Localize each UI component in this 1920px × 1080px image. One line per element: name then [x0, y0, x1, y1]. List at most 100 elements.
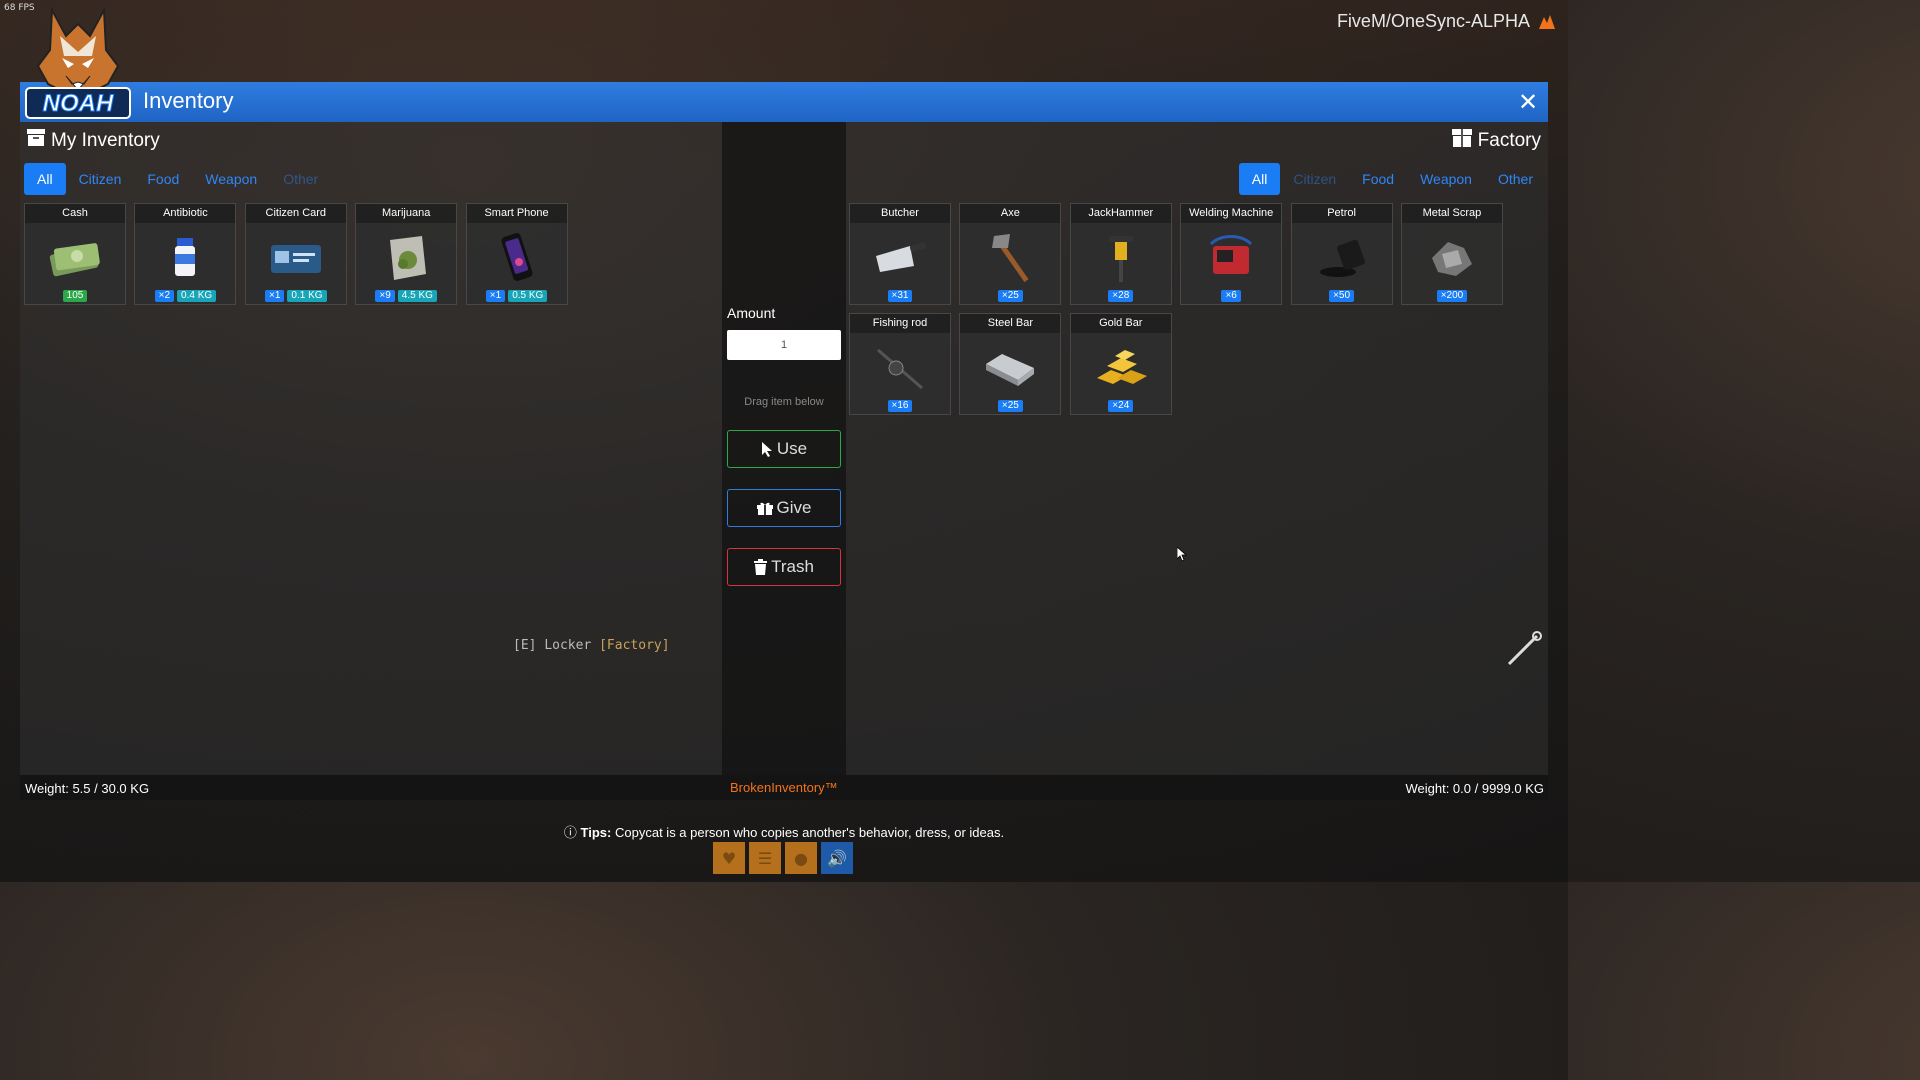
- item-slot-marijuana[interactable]: Marijuana ×9 4.5 KG: [355, 203, 458, 305]
- right-tabs: All Citizen Food Weapon Other: [1238, 163, 1546, 195]
- left-tab-all[interactable]: All: [24, 163, 66, 195]
- item-name: Metal Scrap: [1401, 204, 1502, 223]
- qty-badge: ×25: [997, 290, 1023, 302]
- brand-label: BrokenInventory™: [730, 780, 838, 795]
- server-label: FiveM/OneSync-ALPHA: [1336, 11, 1530, 31]
- item-name: Butcher: [850, 204, 950, 223]
- panel-title-text: My Inventory: [51, 129, 160, 151]
- left-tab-other[interactable]: Other: [270, 163, 331, 195]
- item-slot-axe[interactable]: Axe ×25: [959, 203, 1062, 305]
- welding-machine-icon: [1210, 235, 1253, 274]
- metal-scrap-icon: [1431, 242, 1472, 276]
- amount-label: Amount: [727, 305, 776, 321]
- axe-icon: [992, 234, 1029, 283]
- gift-icon: [756, 502, 773, 515]
- qty-badge: ×31: [887, 290, 913, 302]
- cash-icon: [49, 243, 100, 277]
- item-slot-antibiotic[interactable]: Antibiotic ×2 0.4 KG: [134, 203, 237, 305]
- qty-badge: ×9: [375, 290, 395, 302]
- action-panel: Amount Drag item below Use Give Trash: [722, 122, 846, 775]
- my-inventory-panel: My Inventory All Citizen Food Weapon Oth…: [20, 122, 722, 775]
- logo-text: NOAH: [43, 90, 114, 117]
- item-name: Marijuana: [356, 204, 457, 223]
- item-name: Steel Bar: [960, 314, 1061, 333]
- right-tab-citizen[interactable]: Citizen: [1280, 163, 1349, 195]
- item-name: Cash: [25, 204, 125, 223]
- gold-bar-icon: [1096, 350, 1147, 384]
- trash-icon: [754, 559, 768, 575]
- tips-line: ⓘ Tips: Copycat is a person who copies a…: [0, 822, 1568, 841]
- header-title: Inventory: [143, 88, 234, 113]
- factory-weight-label: Weight: 0.0 / 9999.0 KG: [1405, 781, 1544, 796]
- item-slot-jackhammer[interactable]: JackHammer ×28: [1069, 203, 1172, 305]
- qty-badge: ×24: [1108, 400, 1134, 412]
- box-icon: [1451, 129, 1472, 153]
- health-icon: ♥: [713, 842, 745, 874]
- cash-amount-badge: 105: [62, 290, 88, 302]
- item-slot-metal-scrap[interactable]: Metal Scrap ×200: [1400, 203, 1503, 305]
- info-icon: ⓘ: [563, 825, 577, 840]
- item-slot-fishing-rod[interactable]: Fishing rod ×16: [849, 313, 951, 415]
- qty-badge: ×25: [997, 400, 1023, 412]
- cleaver-icon: [876, 242, 927, 272]
- my-weight-label: Weight: 5.5 / 30.0 KG: [25, 781, 150, 796]
- status-hud: ♥ ☰ ● 🔊: [713, 842, 853, 874]
- left-tab-food[interactable]: Food: [134, 163, 192, 195]
- amount-input[interactable]: [727, 330, 841, 360]
- weight-badge: 0.4 KG: [177, 290, 217, 302]
- fivem-icon: [1538, 14, 1556, 30]
- close-icon: ✕: [1517, 88, 1539, 116]
- smart-phone-icon: [500, 233, 533, 281]
- right-tab-weapon[interactable]: Weapon: [1407, 163, 1485, 195]
- item-name: Smart Phone: [466, 204, 567, 223]
- item-name: Fishing rod: [850, 314, 950, 333]
- qty-badge: ×50: [1329, 290, 1355, 302]
- item-slot-gold-bar[interactable]: Gold Bar ×24: [1069, 313, 1172, 415]
- item-slot-smart-phone[interactable]: Smart Phone ×1 0.5 KG: [465, 203, 568, 305]
- item-slot-petrol[interactable]: Petrol ×50: [1290, 203, 1393, 305]
- item-name: Petrol: [1291, 204, 1392, 223]
- inventory-header: Inventory ✕: [20, 82, 1548, 122]
- drag-hint: Drag item below: [744, 396, 824, 408]
- factory-title: Factory: [1451, 129, 1541, 153]
- item-slot-welding-machine[interactable]: Welding Machine ×6: [1180, 203, 1283, 305]
- trash-button[interactable]: Trash: [727, 548, 841, 586]
- steel-bar-icon: [986, 354, 1035, 386]
- petrol-icon: [1319, 239, 1365, 277]
- voice-icon: 🔊: [821, 842, 853, 874]
- item-name: Welding Machine: [1181, 204, 1282, 223]
- qty-badge: ×1: [265, 290, 285, 302]
- right-tab-food[interactable]: Food: [1349, 163, 1407, 195]
- qty-badge: ×1: [485, 290, 506, 302]
- item-slot-citizen-card[interactable]: Citizen Card ×1 0.1 KG: [244, 203, 347, 305]
- qty-badge: ×6: [1221, 290, 1241, 302]
- wrench-icon: [1507, 631, 1542, 666]
- close-button[interactable]: ✕: [1508, 82, 1548, 122]
- left-tabs: All Citizen Food Weapon Other: [24, 163, 331, 195]
- jackhammer-icon: [1108, 236, 1133, 282]
- item-slot-steel-bar[interactable]: Steel Bar ×25: [959, 313, 1062, 415]
- right-item-grid: Butcher ×31 Axe ×25 JackHammer ×28 Weldi…: [849, 203, 1503, 415]
- use-button[interactable]: Use: [727, 430, 841, 468]
- item-slot-cash[interactable]: Cash 105: [24, 203, 126, 305]
- hunger-icon: ☰: [749, 842, 781, 874]
- tips-label: Tips:: [580, 825, 612, 840]
- marijuana-icon: [390, 236, 427, 280]
- qty-badge: ×28: [1108, 290, 1134, 302]
- item-slot-butcher[interactable]: Butcher ×31: [849, 203, 951, 305]
- left-tab-citizen[interactable]: Citizen: [66, 163, 135, 195]
- left-item-grid: Cash 105 Antibiotic ×2 0.4 KG Citizen Ca…: [24, 203, 678, 305]
- give-button[interactable]: Give: [727, 489, 841, 527]
- factory-panel: Factory All Citizen Food Weapon Other Bu…: [846, 122, 1548, 775]
- right-tab-all[interactable]: All: [1238, 163, 1281, 195]
- left-tab-weapon[interactable]: Weapon: [192, 163, 270, 195]
- item-name: JackHammer: [1070, 204, 1171, 223]
- item-name: Citizen Card: [245, 204, 346, 223]
- weight-badge: 0.1 KG: [287, 290, 327, 302]
- pointer-icon: [761, 442, 772, 457]
- qty-badge: ×200: [1436, 290, 1468, 302]
- citizen-card-icon: [270, 245, 321, 273]
- right-tab-other[interactable]: Other: [1485, 163, 1546, 195]
- locker-prompt: [E] Locker [Factory]: [513, 638, 670, 653]
- tips-text: Copycat is a person who copies another's…: [615, 825, 1005, 840]
